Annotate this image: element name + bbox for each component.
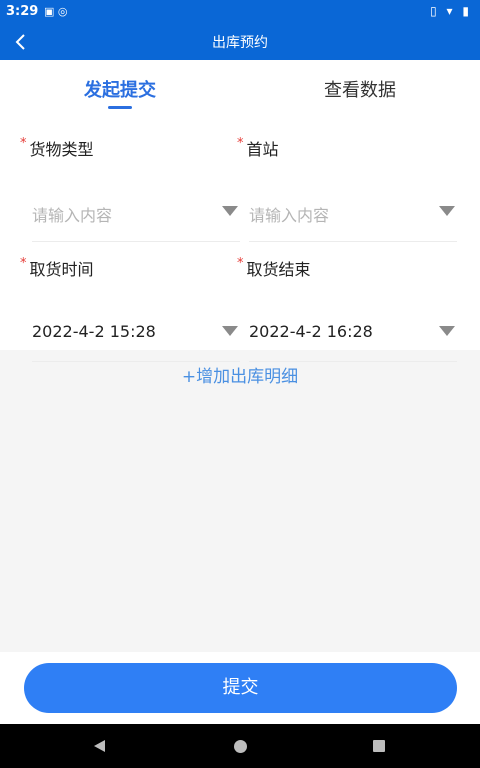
field-label-text: 货物类型 bbox=[29, 140, 94, 159]
field-cargo-type: * 货物类型 请输入内容 bbox=[20, 136, 240, 242]
status-time: 3:29 bbox=[6, 4, 39, 19]
field-pickup-end: * 取货结束 2022-4-2 16:28 bbox=[237, 256, 457, 362]
pickup-time-value: 2022-4-2 15:28 bbox=[32, 322, 156, 341]
field-pickup-time: * 取货时间 2022-4-2 15:28 bbox=[20, 256, 240, 362]
required-mark: * bbox=[237, 256, 244, 271]
dropdown-arrow-icon bbox=[439, 326, 455, 336]
active-tab-indicator bbox=[108, 106, 132, 109]
cargo-type-select[interactable]: 请输入内容 bbox=[32, 186, 240, 242]
required-mark: * bbox=[237, 136, 244, 151]
nav-back-icon[interactable] bbox=[94, 740, 105, 752]
status-system-icons: ▯ ▾ ▮ bbox=[430, 4, 472, 18]
pickup-end-value: 2022-4-2 16:28 bbox=[249, 322, 373, 341]
cargo-type-placeholder: 请输入内容 bbox=[32, 206, 113, 225]
submit-button[interactable]: 提交 bbox=[24, 663, 457, 713]
dropdown-arrow-icon bbox=[222, 206, 238, 216]
field-label-text: 取货结束 bbox=[246, 260, 311, 279]
field-label: * 取货时间 bbox=[20, 256, 240, 280]
field-label: * 首站 bbox=[237, 136, 457, 160]
add-detail-link[interactable]: +增加出库明细 bbox=[0, 362, 480, 387]
status-bar: 3:29 ▣ ◎ ▯ ▾ ▮ bbox=[0, 0, 480, 24]
status-notification-icons: ▣ ◎ bbox=[44, 5, 68, 18]
required-mark: * bbox=[20, 136, 27, 151]
required-mark: * bbox=[20, 256, 27, 271]
bottom-action-area: 提交 bbox=[0, 652, 480, 724]
field-first-station: * 首站 请输入内容 bbox=[237, 136, 457, 242]
field-label-text: 取货时间 bbox=[29, 260, 94, 279]
dropdown-arrow-icon bbox=[222, 326, 238, 336]
field-label-text: 首站 bbox=[246, 140, 279, 159]
pickup-end-select[interactable]: 2022-4-2 16:28 bbox=[249, 306, 457, 362]
tab-view-data[interactable]: 查看数据 bbox=[240, 76, 480, 102]
field-label: * 取货结束 bbox=[237, 256, 457, 280]
tab-submit[interactable]: 发起提交 bbox=[0, 76, 240, 102]
form: * 货物类型 请输入内容 * 首站 请输入内容 * 取货时间 2022-4-2 15:… bbox=[0, 122, 480, 362]
first-station-placeholder: 请输入内容 bbox=[249, 206, 330, 225]
nav-recents-icon[interactable] bbox=[373, 740, 385, 752]
dropdown-arrow-icon bbox=[439, 206, 455, 216]
tab-bar: 发起提交 查看数据 bbox=[0, 60, 480, 122]
field-label: * 货物类型 bbox=[20, 136, 240, 160]
page-title: 出库预约 bbox=[212, 35, 268, 51]
first-station-select[interactable]: 请输入内容 bbox=[249, 186, 457, 242]
system-nav-bar bbox=[0, 724, 480, 768]
app-bar: 出库预约 bbox=[0, 24, 480, 60]
pickup-time-select[interactable]: 2022-4-2 15:28 bbox=[32, 306, 240, 362]
nav-home-icon[interactable] bbox=[234, 740, 247, 753]
